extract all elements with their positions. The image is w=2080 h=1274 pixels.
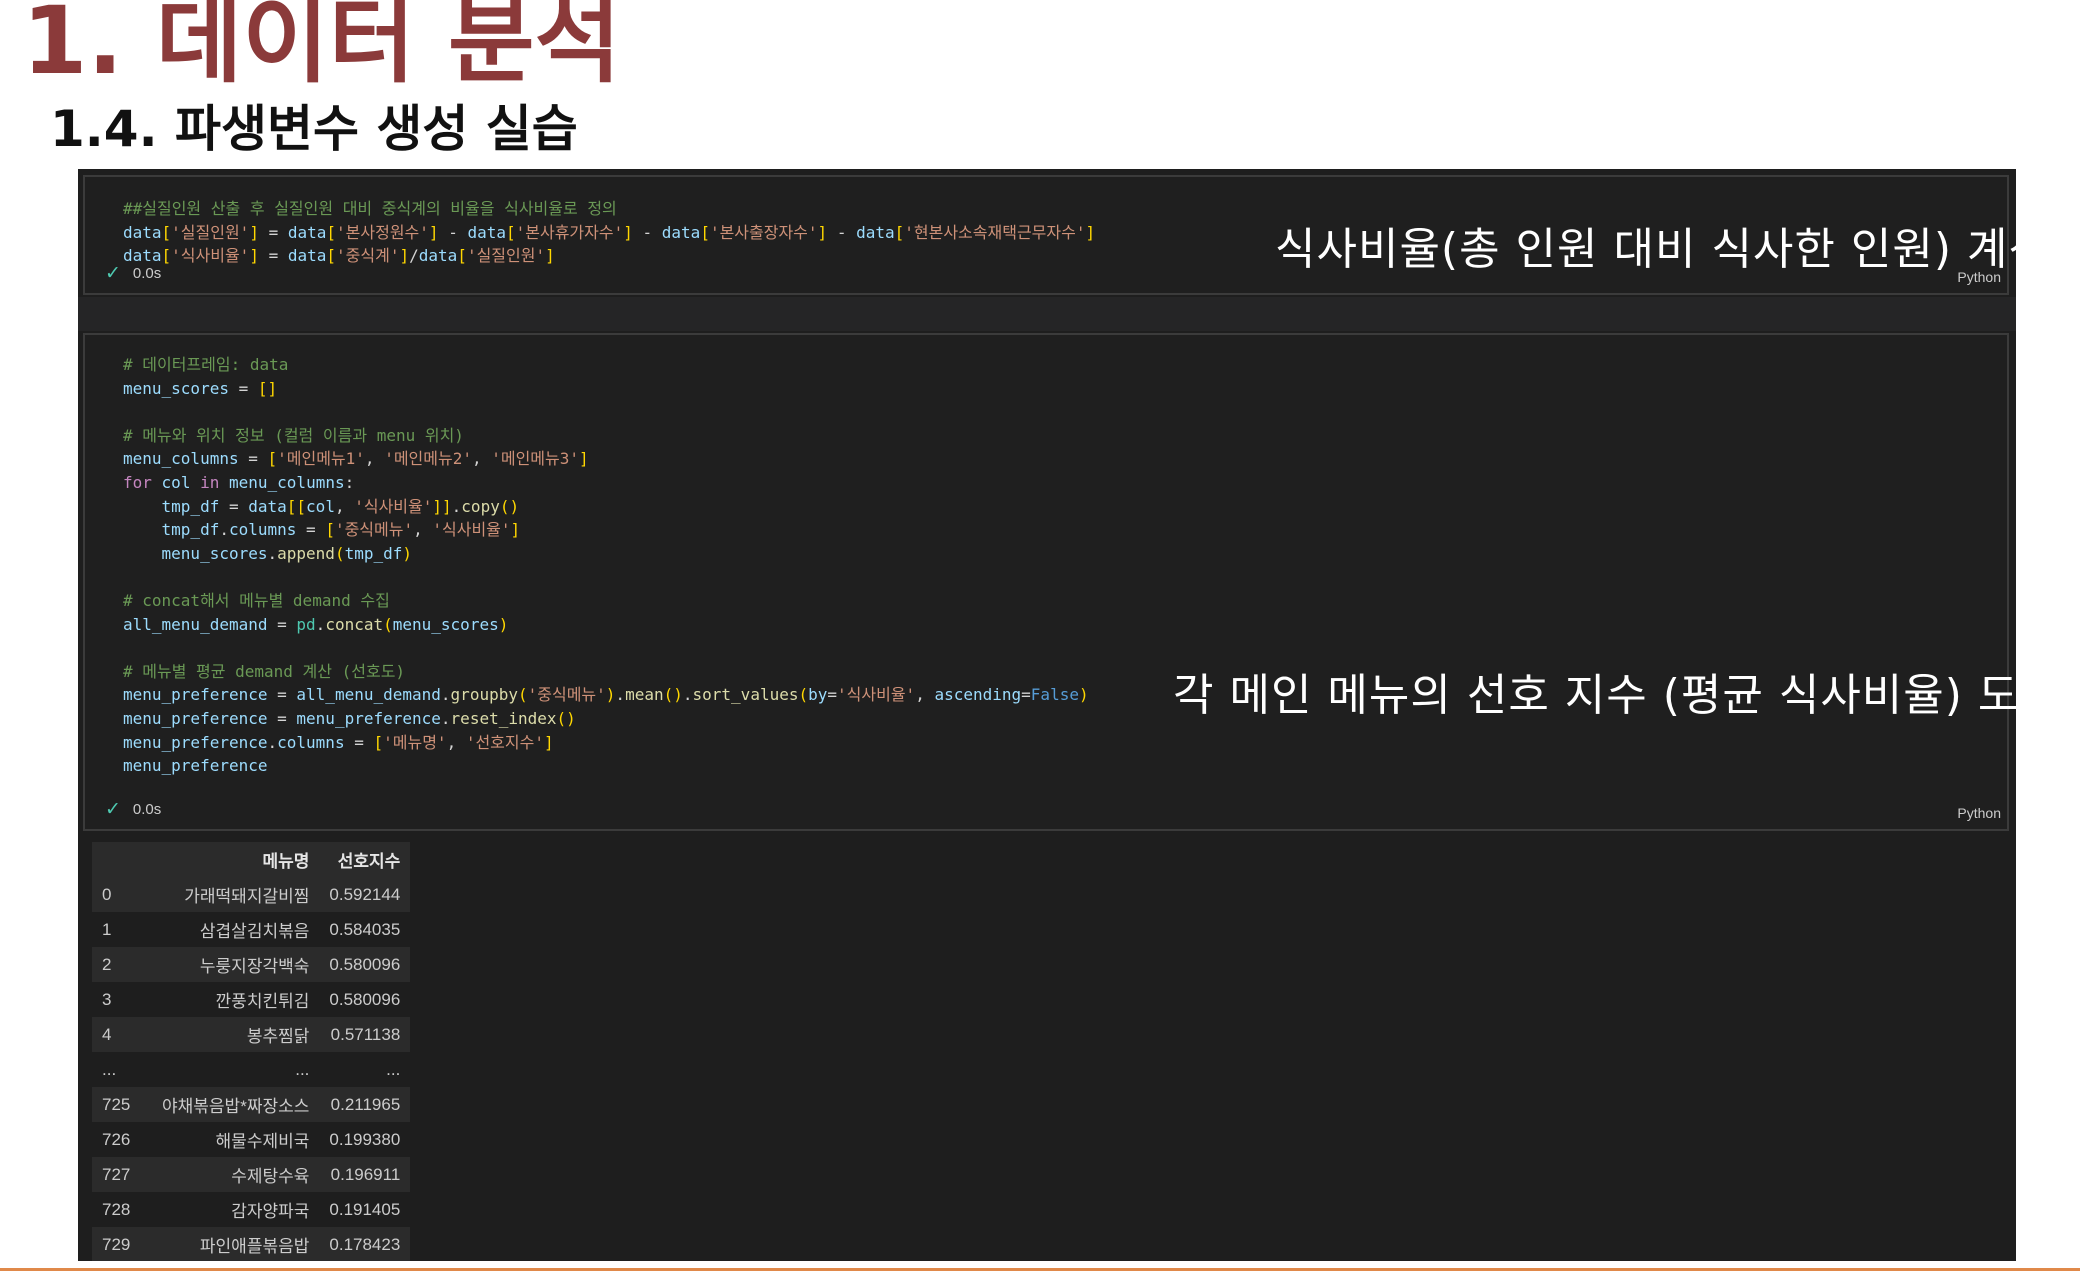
- code-line: menu_preference: [123, 756, 268, 776]
- table-cell-preference: 0.196911: [330, 1164, 401, 1184]
- cell-2-annotation: 각 메인 메뉴의 선호 지수 (평균 식사비율) 도출: [1173, 670, 2016, 721]
- cell-separator: [78, 297, 2016, 331]
- table-row: 729 파인애플볶음밥 0.178423: [92, 1227, 411, 1261]
- code-line: tmp_df = data[[col, '식사비율']].copy(): [161, 496, 520, 516]
- code-line: all_menu_demand = pd.concat(menu_scores): [123, 614, 509, 634]
- table-cell-preference: 0.580096: [329, 954, 401, 974]
- table-cell-menu-name: 파인애플볶음밥: [199, 1237, 310, 1256]
- slide-subtitle: 1.4. 파생변수 생성 실습: [50, 100, 578, 158]
- table-cell-preference: 0.592144: [329, 884, 401, 904]
- table-row: 3 깐풍치킨튀김 0.580096: [92, 982, 410, 1017]
- table-header-preference: 선호지수: [337, 852, 401, 871]
- table-row: 1 삼겹살김치볶음 0.584035: [92, 912, 410, 947]
- code-line: menu_columns = ['메인메뉴1', '메인메뉴2', '메인메뉴3…: [123, 449, 589, 469]
- check-icon: ✓: [105, 263, 121, 284]
- table-cell-preference: 0.178423: [329, 1234, 401, 1254]
- table-cell-index: 725: [102, 1094, 131, 1114]
- cell-1-annotation: 식사비율(총 인원 대비 식사한 인원) 계산: [1275, 224, 2016, 275]
- code-cell-1[interactable]: ##실질인원 산출 후 실질인원 대비 중식계의 비율을 식사비율로 정의 dat…: [83, 175, 2016, 295]
- table-cell-index: 4: [102, 1024, 112, 1044]
- code-editor-1[interactable]: ##실질인원 산출 후 실질인원 대비 중식계의 비율을 식사비율로 정의 dat…: [123, 197, 1095, 268]
- table-cell-menu-name: ...: [295, 1059, 310, 1079]
- table-cell-index: ...: [102, 1059, 117, 1079]
- bottom-accent-rule: [0, 1268, 2080, 1271]
- table-cell-menu-name: 수제탕수육: [231, 1167, 310, 1186]
- table-cell-menu-name: 누룽지장각백숙: [199, 957, 310, 976]
- cell-1-status: ✓ 0.0s: [105, 262, 161, 285]
- table-header-menu-name: 메뉴명: [262, 852, 310, 871]
- notebook-panel: ##실질인원 산출 후 실질인원 대비 중식계의 비율을 식사비율로 정의 dat…: [78, 169, 2016, 1261]
- code-line: menu_preference = menu_preference.reset_…: [123, 708, 576, 728]
- cell-2-language-label[interactable]: Python: [1957, 805, 2001, 821]
- table-cell-preference: 0.199380: [329, 1129, 401, 1149]
- code-line: # 메뉴별 평균 demand 계산 (선호도): [123, 661, 406, 681]
- code-line: data['식사비율'] = data['중식계']/data['실질인원']: [123, 246, 555, 266]
- cell-1-exec-time: 0.0s: [132, 265, 162, 282]
- code-line: # concat해서 메뉴별 demand 수집: [123, 590, 390, 610]
- table-body: 0 가래떡돼지갈비찜 0.592144 1 삼겹살김치볶음 0.584035 2 누룽지장각백…: [92, 877, 411, 1261]
- table-row: 727 수제탕수육 0.196911: [92, 1157, 411, 1192]
- table-row: 726 해물수제비국 0.199380: [92, 1122, 410, 1157]
- code-editor-2[interactable]: # 데이터프레임: data menu_scores = [] # 메뉴와 위치 정…: [123, 353, 1089, 778]
- code-cell-2[interactable]: # 데이터프레임: data menu_scores = [] # 메뉴와 위치 정…: [83, 333, 2016, 831]
- code-line: tmp_df.columns = ['중식메뉴', '식사비율']: [161, 520, 521, 540]
- table-cell-menu-name: 깐풍치킨튀김: [215, 992, 310, 1011]
- table-row: 0 가래떡돼지갈비찜 0.592144: [92, 877, 411, 912]
- table-row: .........: [92, 1052, 410, 1087]
- table-cell-index: 2: [102, 954, 112, 974]
- table-row: 728 감자양파국 0.191405: [92, 1192, 410, 1227]
- table-cell-index: 1: [102, 919, 112, 939]
- table-cell-preference: ...: [386, 1059, 401, 1079]
- check-icon: ✓: [105, 799, 121, 820]
- code-line: for col in menu_columns:: [123, 472, 355, 492]
- table-cell-index: 0: [102, 884, 112, 904]
- table-cell-menu-name: 봉추찜닭: [246, 1027, 310, 1046]
- table-cell-index: 3: [102, 989, 112, 1009]
- table-cell-menu-name: 감자양파국: [231, 1202, 310, 1221]
- table-cell-preference: 0.580096: [329, 989, 401, 1009]
- table-cell-menu-name: 야채볶음밥*짜장소스: [162, 1097, 310, 1116]
- table-cell-preference: 0.584035: [329, 919, 401, 939]
- table-cell-preference: 0.571138: [330, 1024, 401, 1044]
- output-dataframe: 메뉴명 선호지수 0 가래떡돼지갈비찜 0.592144 1 삼겹살김치볶음 0.5840…: [92, 842, 411, 1261]
- code-line: data['실질인원'] = data['본사정원수'] - data['본사휴…: [123, 222, 1096, 242]
- table-cell-menu-name: 삼겹살김치볶음: [199, 922, 310, 941]
- slide-title: 1. 데이터 분석: [22, 0, 621, 96]
- cell-2-status: ✓ 0.0s: [105, 798, 161, 821]
- table-row: 725 야채볶음밥*짜장소스 0.211965: [92, 1087, 411, 1122]
- cell-2-exec-time: 0.0s: [132, 801, 162, 818]
- table-row: 4 봉추찜닭 0.571138: [92, 1017, 411, 1052]
- table-cell-menu-name: 가래떡돼지갈비찜: [184, 887, 310, 906]
- table-cell-index: 728: [102, 1199, 131, 1219]
- table-cell-preference: 0.211965: [330, 1094, 401, 1114]
- code-line: menu_scores.append(tmp_df): [161, 543, 413, 563]
- code-line: # 데이터프레임: data: [123, 355, 289, 374]
- code-line: ##실질인원 산출 후 실질인원 대비 중식계의 비율을 식사비율로 정의: [123, 199, 617, 218]
- table-row: 2 누룽지장각백숙 0.580096: [92, 947, 411, 982]
- table-header-row: 메뉴명 선호지수: [92, 842, 411, 877]
- code-line: menu_preference = all_menu_demand.groupb…: [123, 685, 1089, 705]
- table-cell-index: 727: [102, 1164, 131, 1184]
- table-cell-menu-name: 해물수제비국: [215, 1132, 310, 1151]
- cell-2-output: 메뉴명 선호지수 0 가래떡돼지갈비찜 0.592144 1 삼겹살김치볶음 0.5840…: [92, 842, 411, 1261]
- table-header-index: [92, 842, 152, 877]
- code-line: # 메뉴와 위치 정보 (컬럼 이름과 menu 위치): [123, 425, 464, 445]
- table-cell-index: 729: [102, 1234, 131, 1254]
- table-cell-preference: 0.191405: [329, 1199, 401, 1219]
- code-line: menu_scores = []: [123, 378, 278, 398]
- table-cell-index: 726: [102, 1129, 131, 1149]
- code-line: menu_preference.columns = ['메뉴명', '선호지수'…: [123, 732, 554, 752]
